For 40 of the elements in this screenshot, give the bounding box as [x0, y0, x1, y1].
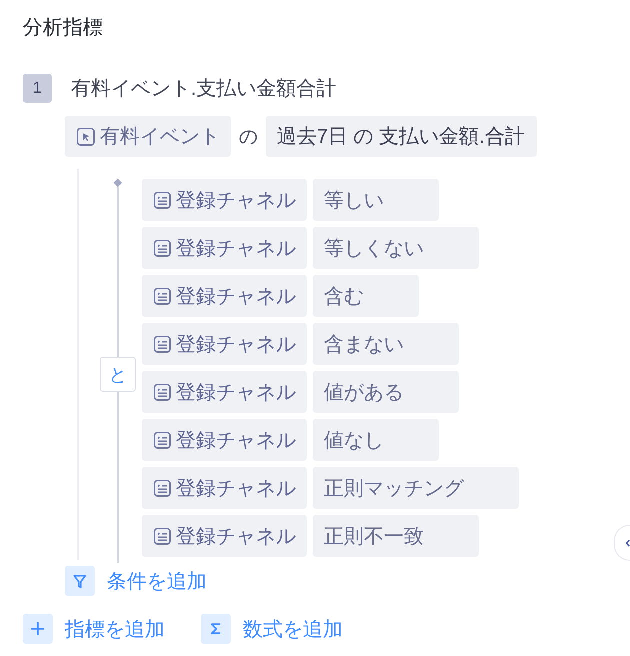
field-icon: [154, 336, 171, 352]
event-selector[interactable]: 有料イベント: [65, 116, 231, 157]
field-icon: [154, 384, 171, 400]
sigma-icon: [201, 614, 231, 644]
metric-index-badge: 1: [23, 74, 52, 103]
metric-name: 有料イベント.支払い金額合計: [71, 76, 337, 100]
property-selector[interactable]: 登録チャネル: [142, 515, 307, 557]
property-selector[interactable]: 登録チャネル: [142, 467, 307, 509]
plus-icon: [23, 614, 53, 644]
property-selector[interactable]: 登録チャネル: [142, 275, 307, 317]
property-selector[interactable]: 登録チャネル: [142, 371, 307, 413]
field-icon: [154, 288, 171, 304]
operator-selector[interactable]: 正則不一致: [313, 515, 479, 557]
add-formula-button[interactable]: 数式を追加: [201, 614, 343, 644]
property-selector[interactable]: 登録チャネル: [142, 323, 307, 365]
property-selector[interactable]: 登録チャネル: [142, 419, 307, 461]
filter-icon: [65, 566, 95, 596]
operator-selector[interactable]: 含まない: [313, 323, 459, 365]
logic-toggle[interactable]: と: [100, 357, 136, 392]
operator-selector[interactable]: 等しくない: [313, 227, 479, 269]
chevron-left-icon: [626, 538, 630, 548]
field-icon: [154, 480, 171, 496]
joiner-text: の: [239, 126, 258, 150]
property-selector[interactable]: 登録チャネル: [142, 179, 307, 221]
field-icon: [154, 432, 171, 448]
measure-selector[interactable]: 過去7日 の 支払い金額.合計: [266, 116, 537, 157]
field-icon: [154, 240, 171, 256]
add-metric-button[interactable]: 指標を追加: [23, 614, 165, 644]
collapse-handle[interactable]: [614, 525, 630, 561]
section-title: 分析指標: [23, 17, 103, 39]
field-icon: [154, 528, 171, 544]
operator-selector[interactable]: 等しい: [313, 179, 439, 221]
property-selector[interactable]: 登録チャネル: [142, 227, 307, 269]
operator-selector[interactable]: 含む: [313, 275, 419, 317]
operator-selector[interactable]: 値がある: [313, 371, 459, 413]
field-icon: [154, 192, 171, 208]
add-condition-button[interactable]: 条件を追加: [65, 566, 207, 596]
operator-selector[interactable]: 正則マッチング: [313, 467, 519, 509]
cursor-icon: [77, 128, 95, 146]
operator-selector[interactable]: 値なし: [313, 419, 439, 461]
